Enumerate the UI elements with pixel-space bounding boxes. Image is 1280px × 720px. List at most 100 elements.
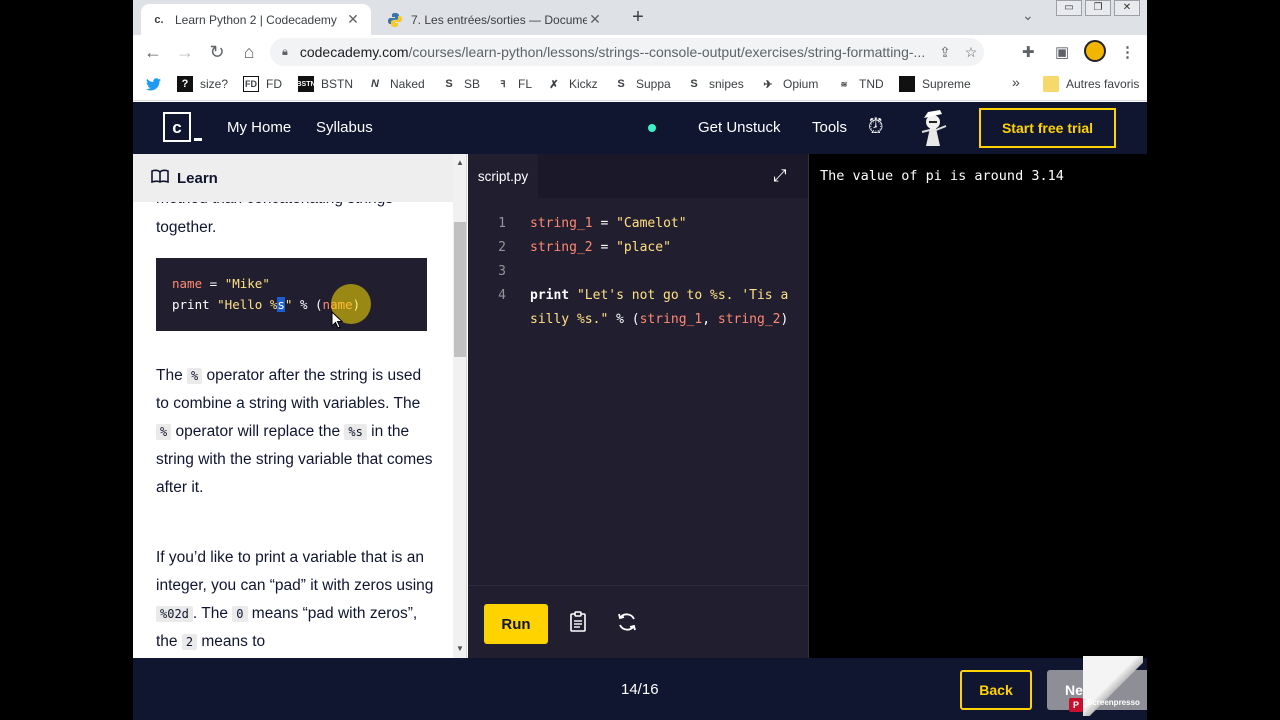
paragraph-padding: If you’d like to print a variable that i… [156, 544, 436, 656]
close-icon[interactable]: ✕ [587, 11, 603, 28]
new-tab-button[interactable]: + [627, 6, 649, 29]
code-token: string_2 [717, 312, 781, 327]
bookmark-fd[interactable]: FD FD [243, 76, 282, 92]
browser-toolbar: ← → ↻ ⌂ 🔒︎ codecademy.com/courses/learn-… [133, 35, 1147, 69]
code-token: string_1 [530, 216, 593, 231]
clipboard-icon[interactable] [566, 610, 590, 640]
code-token: = [592, 240, 617, 255]
bookmark-bstn[interactable]: BSTN BSTN [296, 76, 353, 92]
fd-favicon-icon: FD [243, 76, 259, 92]
line-number: 1 [498, 216, 506, 231]
get-unstuck-button[interactable]: Get Unstuck [698, 119, 781, 136]
scroll-down-arrow-icon[interactable]: ▼ [453, 642, 466, 656]
suppa-favicon-icon: S [617, 78, 625, 90]
share-icon[interactable]: ⇪ [932, 44, 958, 61]
bookmark-fl[interactable]: ꟻ FL [495, 76, 532, 92]
lesson-footer: 14/16 Back Next P Screenpresso [133, 656, 1147, 720]
tab-title: Learn Python 2 | Codecademy [175, 12, 337, 27]
tab-codecademy[interactable]: c. Learn Python 2 | Codecademy ✕ [141, 4, 371, 35]
code-example: name = "Mike" print "Hello %s" % (name) [156, 258, 427, 331]
profile-avatar[interactable] [1084, 40, 1106, 62]
bstn-favicon-icon: BSTN [296, 76, 316, 92]
start-free-trial-button[interactable]: Start free trial [979, 108, 1116, 148]
code-token: "place" [616, 240, 671, 255]
home-icon[interactable]: ⌂ [237, 40, 261, 64]
screenpresso-watermark: P Screenpresso [1063, 656, 1147, 720]
address-bar[interactable]: 🔒︎ codecademy.com/courses/learn-python/l… [270, 38, 984, 66]
bookmark-tnd[interactable]: ≋ TND [836, 76, 884, 92]
bookmarks-overflow-button[interactable]: » [1012, 74, 1020, 90]
bookmark-size[interactable]: ? size? [177, 76, 228, 92]
open-book-icon [151, 169, 169, 187]
bookmark-sb[interactable]: S SB [441, 76, 480, 92]
tab-python-docs[interactable]: 7. Les entrées/sorties — Docume ✕ [377, 4, 613, 35]
bookmark-naked[interactable]: N Naked [367, 76, 425, 92]
status-dot [648, 124, 656, 132]
code-token: print [530, 288, 570, 303]
alarm-clock-icon[interactable]: ⏰︎ [868, 116, 884, 139]
close-icon[interactable]: ✕ [345, 11, 361, 28]
nav-syllabus[interactable]: Syllabus [316, 119, 373, 136]
bookmark-suppa[interactable]: S Suppa [613, 76, 670, 92]
tab-title: 7. Les entrées/sorties — Docume [411, 12, 587, 27]
editor-actions: Run [468, 585, 808, 658]
line-content: silly %s." % (string_1, string_2) [530, 308, 788, 332]
codecademy-logo[interactable]: c [163, 112, 203, 146]
inline-code: %02d [156, 606, 193, 622]
code-token: "Let's not go to %s. 'Tis a [576, 288, 789, 303]
code-line-1: name = "Mike" [172, 276, 270, 291]
inline-code: 0 [232, 606, 248, 622]
tools-button[interactable]: Tools [812, 119, 847, 136]
bookmark-star-icon[interactable]: ☆ [958, 44, 984, 61]
code-editor: script.py ⤢ 1 string_1 = "Camelot" 2 string… [468, 154, 808, 658]
bookmarks-bar: ? size? FD FD BSTN BSTN N Naked S SB ꟻ FL ✗ Kic… [133, 69, 1147, 101]
reload-icon[interactable]: ↻ [205, 40, 229, 64]
bookmark-twitter[interactable] [145, 76, 168, 92]
tab-script-py[interactable]: script.py [468, 154, 538, 198]
run-button[interactable]: Run [484, 604, 548, 644]
tab-strip: c. Learn Python 2 | Codecademy ✕ 7. Les … [133, 0, 1147, 35]
line-number: 4 [498, 288, 506, 303]
opium-favicon-icon: ✈ [763, 78, 773, 91]
forward-arrow-icon[interactable]: → [173, 40, 197, 64]
learn-scrollbar[interactable]: ▲ ▼ [453, 154, 466, 658]
extensions-puzzle-icon[interactable]: ✚ [1022, 43, 1035, 61]
back-button[interactable]: Back [960, 670, 1032, 710]
code-token: , [702, 312, 718, 327]
line-number: 3 [498, 264, 506, 279]
line-number: 2 [498, 240, 506, 255]
learn-header: Learn [133, 154, 453, 202]
bookmark-snipes[interactable]: Ssnipes [686, 76, 743, 92]
window-controls: ▭ ❐ ✕ [1053, 0, 1140, 18]
bookmark-kickz[interactable]: ✗ Kickz [546, 76, 597, 92]
restore-icon[interactable]: ❐ [1085, 0, 1111, 16]
reset-refresh-icon[interactable] [615, 610, 639, 640]
window-close-icon[interactable]: ✕ [1114, 0, 1140, 16]
codecademy-favicon-icon: c. [154, 13, 164, 26]
mouse-pointer-icon [331, 310, 344, 333]
url-text: codecademy.com/courses/learn-python/less… [299, 44, 926, 60]
code-token: = [592, 216, 617, 231]
inline-code: %s [344, 424, 367, 440]
mascot-avatar[interactable] [916, 108, 950, 148]
bookmark-supreme[interactable]: Supreme [899, 76, 971, 92]
side-panel-icon[interactable]: ▣ [1055, 43, 1069, 61]
scrollbar-thumb[interactable] [454, 222, 466, 357]
expand-icon[interactable]: ⤢ [773, 166, 787, 186]
bookmark-other-folder[interactable]: Autres favoris [1043, 76, 1139, 92]
code-token: ) [780, 312, 789, 327]
paragraph-text: operator will replace the [171, 423, 345, 440]
back-arrow-icon[interactable]: ← [141, 40, 165, 64]
menu-kebab-icon[interactable]: ⋮ [1120, 43, 1135, 61]
code-token: silly %s." [530, 312, 609, 327]
nav-my-home[interactable]: My Home [227, 119, 291, 136]
learn-title: Learn [177, 169, 218, 187]
tab-search-chevron-icon[interactable]: ⌄ [1022, 7, 1034, 24]
inline-code: 2 [181, 634, 198, 650]
code-token: "Camelot" [616, 216, 687, 231]
scroll-up-arrow-icon[interactable]: ▲ [453, 156, 466, 170]
browser-window: c. Learn Python 2 | Codecademy ✕ 7. Les … [133, 0, 1147, 720]
minimize-icon[interactable]: ▭ [1056, 0, 1082, 16]
bookmark-opium[interactable]: ✈ Opium [760, 76, 818, 92]
